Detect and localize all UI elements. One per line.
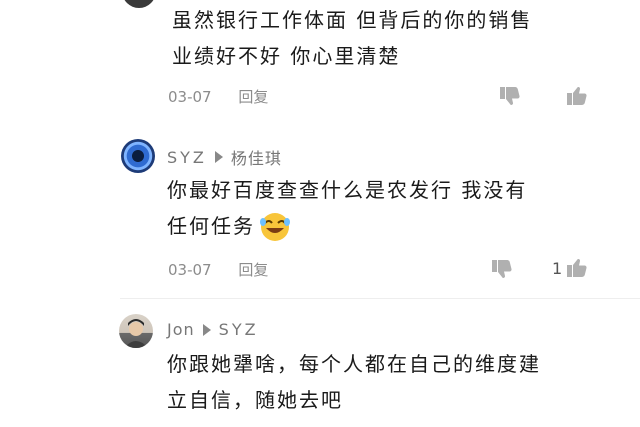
dislike-button[interactable] — [490, 257, 514, 281]
reply-button[interactable]: 回复 — [238, 261, 268, 279]
thumbs-up-icon — [567, 87, 587, 105]
comment-meta: 03-07 回复 — [168, 259, 268, 280]
laughing-emoji-icon — [260, 213, 290, 241]
comment-author: Jon SYZ — [167, 320, 259, 339]
comment-author: SYZ 杨佳琪 — [167, 145, 282, 169]
author-name[interactable]: SYZ — [167, 148, 207, 167]
reply-button[interactable]: 回复 — [238, 88, 268, 106]
divider — [120, 298, 640, 299]
like-count: 1 — [552, 259, 563, 278]
comment-line: 你最好百度查查什么是农发行 我没有 — [167, 178, 528, 202]
comment-line: 立自信，随她去吧 — [167, 388, 343, 412]
avatar-figure — [124, 319, 148, 348]
author-name[interactable]: Jon — [167, 320, 195, 339]
avatar-top-partial[interactable] — [122, 0, 156, 8]
avatar-jon[interactable] — [119, 314, 153, 348]
reply-to-name[interactable]: 杨佳琪 — [231, 145, 282, 169]
reply-arrow-icon — [202, 323, 211, 336]
comment-text: 虽然银行工作体面 但背后的你的销售 业绩好不好 你心里清楚 — [172, 2, 612, 74]
comment-line: 虽然银行工作体面 但背后的你的销售 — [172, 8, 533, 32]
thumbs-up-icon — [567, 259, 587, 277]
reply-arrow-icon — [214, 151, 223, 163]
dislike-button[interactable] — [498, 84, 522, 108]
comment-line: 业绩好不好 你心里清楚 — [172, 44, 401, 68]
comment-text: 你最好百度查查什么是农发行 我没有 任何任务 — [167, 172, 617, 244]
thumbs-down-icon — [500, 87, 520, 105]
comment-line: 你跟她犟啥，每个人都在自己的维度建 — [167, 352, 541, 376]
comment-date: 03-07 — [168, 88, 212, 106]
reply-to-name[interactable]: SYZ — [219, 320, 259, 339]
avatar-syz[interactable] — [121, 139, 155, 173]
like-button[interactable] — [565, 256, 589, 280]
comment-line-text: 任何任务 — [167, 214, 255, 238]
thumbs-down-icon — [492, 260, 512, 278]
comment-meta: 03-07 回复 — [168, 86, 268, 107]
comment-text: 你跟她犟啥，每个人都在自己的维度建 立自信，随她去吧 — [167, 346, 627, 418]
like-button[interactable] — [565, 84, 589, 108]
comment-date: 03-07 — [168, 261, 212, 279]
comment-line: 任何任务 — [167, 208, 617, 244]
